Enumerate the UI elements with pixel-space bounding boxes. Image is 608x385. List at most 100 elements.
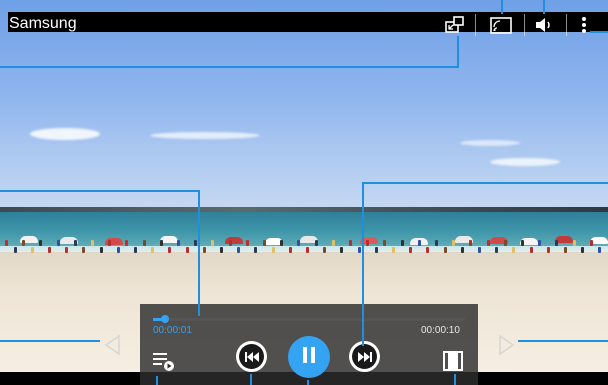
- callout-line: [156, 376, 158, 385]
- callout-line: [590, 31, 608, 33]
- callout-line: [0, 190, 200, 192]
- volume-icon[interactable]: [533, 14, 557, 36]
- screen-ratio-icon[interactable]: [442, 350, 464, 377]
- rewind-icon: [239, 344, 264, 369]
- callout-line: [501, 0, 503, 14]
- beach-person: [435, 240, 438, 246]
- beach-person: [314, 240, 318, 246]
- beach-person: [99, 247, 103, 253]
- beach-person: [91, 240, 94, 246]
- callout-line: [362, 182, 608, 184]
- beach-person: [478, 247, 481, 253]
- beach-person: [529, 247, 533, 253]
- screen-mirroring-icon[interactable]: [489, 14, 513, 36]
- beach-person: [142, 240, 146, 246]
- beach-person: [13, 247, 17, 253]
- fast-forward-button[interactable]: [349, 341, 380, 372]
- beach-person: [82, 247, 86, 253]
- beach-person: [409, 247, 413, 253]
- beach-person: [134, 247, 137, 253]
- beach-person: [228, 240, 232, 246]
- beach-person: [194, 240, 198, 246]
- beach-person: [48, 247, 51, 253]
- beach-person: [245, 240, 249, 246]
- beach-umbrella: [225, 237, 243, 244]
- callout-line: [0, 66, 459, 68]
- callout-line: [457, 36, 459, 68]
- toolbar-divider: [566, 14, 567, 36]
- beach-person: [538, 240, 542, 246]
- next-arrow-icon[interactable]: [496, 334, 516, 361]
- beach-person: [469, 240, 473, 246]
- beach-person: [73, 240, 77, 246]
- beach-person: [366, 240, 370, 246]
- pause-button[interactable]: [288, 336, 330, 378]
- beach-person: [220, 247, 223, 253]
- beach-person: [237, 247, 241, 253]
- beach-person: [443, 247, 447, 253]
- callout-line: [0, 340, 100, 342]
- callout-line: [250, 374, 252, 385]
- popup-play-icon[interactable]: [443, 14, 467, 36]
- top-bar: [8, 12, 608, 32]
- cloud: [150, 132, 260, 139]
- beach-person: [426, 247, 430, 253]
- beach-person: [581, 247, 585, 253]
- beach-person: [185, 247, 189, 253]
- beach-person: [56, 240, 60, 246]
- beach-person: [589, 240, 593, 246]
- beach-person: [521, 240, 524, 246]
- pause-icon: [302, 346, 316, 368]
- beach-person: [546, 247, 550, 253]
- previous-arrow-icon[interactable]: [103, 334, 123, 361]
- beach-person: [65, 247, 69, 253]
- callout-line: [307, 380, 309, 385]
- beach-person: [486, 240, 490, 246]
- playlist-icon[interactable]: [152, 350, 176, 377]
- beach-person: [22, 240, 26, 246]
- toolbar-divider: [524, 14, 525, 36]
- total-time: 00:00:10: [421, 325, 460, 336]
- beach-person: [417, 240, 421, 246]
- beach-person: [331, 240, 335, 246]
- beach-crowd: [0, 232, 608, 262]
- callout-line: [198, 190, 200, 316]
- beach-person: [383, 240, 387, 246]
- beach-person: [392, 247, 395, 253]
- beach-person: [5, 240, 8, 246]
- beach-person: [374, 247, 378, 253]
- beach-person: [211, 240, 215, 246]
- beach-person: [349, 240, 352, 246]
- beach-person: [108, 240, 112, 246]
- beach-person: [159, 240, 163, 246]
- beach-person: [297, 240, 301, 246]
- beach-person: [280, 240, 284, 246]
- beach-person: [125, 240, 129, 246]
- video-title: Samsung: [9, 15, 77, 32]
- beach-person: [306, 247, 309, 253]
- beach-person: [202, 247, 206, 253]
- cloud: [30, 128, 100, 140]
- beach-person: [340, 247, 344, 253]
- fast-forward-icon: [352, 344, 377, 369]
- beach-person: [512, 247, 516, 253]
- callout-line: [518, 340, 608, 342]
- rewind-button[interactable]: [236, 341, 267, 372]
- beach-person: [177, 240, 180, 246]
- beach-person: [598, 247, 602, 253]
- beach-person: [288, 247, 292, 253]
- progress-bar[interactable]: [153, 315, 465, 323]
- cloud: [490, 158, 560, 166]
- beach-person: [263, 240, 266, 246]
- toolbar-divider: [475, 14, 476, 36]
- callout-line: [543, 0, 545, 14]
- beach-person: [555, 240, 559, 246]
- beach-person: [254, 247, 258, 253]
- beach-person: [503, 240, 507, 246]
- beach-person: [452, 240, 456, 246]
- progress-thumb[interactable]: [161, 315, 169, 323]
- beach-person: [271, 247, 275, 253]
- beach-person: [572, 240, 576, 246]
- beach-person: [460, 247, 464, 253]
- callout-line: [362, 182, 364, 346]
